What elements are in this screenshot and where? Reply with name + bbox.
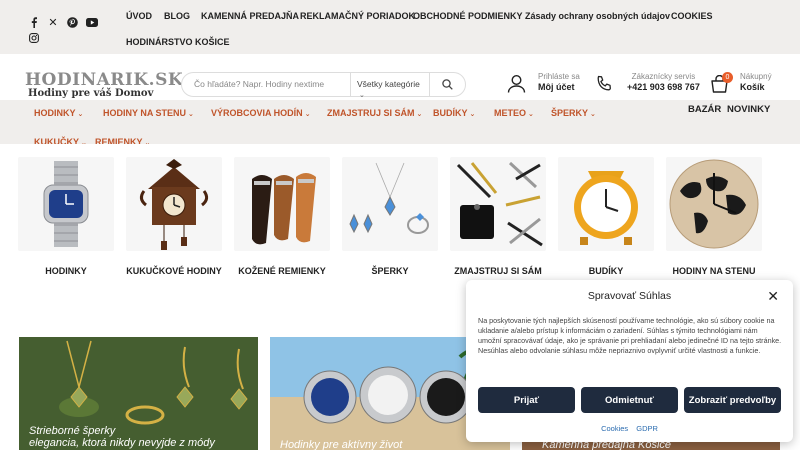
gdpr-link[interactable]: GDPR — [636, 424, 658, 433]
topnav-obchodne-podmienky[interactable]: OBCHODNÉ PODMIENKY — [413, 11, 523, 21]
nav-label: BUDÍKY — [433, 108, 468, 118]
close-icon[interactable]: ✕ — [767, 288, 779, 305]
banner-caption-line2: elegancia, ktorá nikdy nevyjde z módy — [29, 437, 215, 449]
nav-hodinky[interactable]: HODINKY ⌄ — [34, 108, 83, 118]
cookie-consent-dialog: Spravovať Súhlas ✕ Na poskytovanie tých … — [466, 280, 793, 442]
cart-label: Nákupný — [740, 72, 772, 81]
nav-vyrobcovia-hodin[interactable]: VÝROBCOVIA HODÍN ⌄ — [211, 108, 311, 118]
search-input[interactable]: Čo hľadáte? Napr. Hodiny nextime — [194, 79, 324, 89]
service-label: Zákaznícky servis — [631, 72, 696, 81]
nav-bazar[interactable]: BAZÁR — [688, 104, 721, 115]
banner-caption-line1: Hodinky pre aktívny život — [280, 439, 403, 450]
category-label[interactable]: ZMAJSTRUJ SI SÁM — [443, 265, 553, 278]
category-label[interactable]: BUDÍKY — [551, 265, 661, 278]
category-label[interactable]: HODINY NA STENU — [659, 265, 769, 278]
chevron-down-icon: ⌄ — [304, 111, 311, 118]
preferences-button[interactable]: Zobraziť predvoľby — [684, 387, 781, 413]
search-icon — [442, 79, 453, 90]
chevron-down-icon: ⌄ — [416, 111, 423, 118]
topnav-cookies[interactable]: COOKIES — [671, 11, 713, 21]
top-bar: ✕ ÚVOD BLOG KAMENNÁ PREDAJŇA REKLAMAČNÝ … — [0, 0, 800, 54]
cart-count-badge: 0 — [722, 72, 733, 83]
nav-sperky[interactable]: ŠPERKY ⌄ — [551, 108, 596, 118]
topnav-hodinarstvo-kosice[interactable]: HODINÁRSTVO KOŠICE — [126, 37, 230, 47]
nav-hodiny-na-stenu[interactable]: HODINY NA STENU ⌄ — [103, 108, 194, 118]
customer-service[interactable]: Zákaznícky servis +421 903 698 767 — [627, 72, 700, 92]
nav-label: HODINKY — [34, 108, 76, 118]
category-label[interactable]: KOŽENÉ REMIENKY — [227, 265, 337, 278]
chevron-down-icon: ⌄ — [590, 111, 596, 118]
pinterest-icon[interactable] — [66, 16, 78, 28]
category-image-zmajstruj-si-sam[interactable] — [450, 157, 546, 251]
chevron-down-icon: ⌄ — [528, 111, 534, 118]
logo-tagline: Hodiny pre váš Domov — [28, 88, 154, 99]
x-icon[interactable]: ✕ — [47, 16, 59, 29]
category-image-hodiny-na-stenu[interactable] — [666, 157, 762, 251]
category-label[interactable]: ŠPERKY — [335, 265, 445, 278]
user-icon[interactable] — [507, 74, 526, 98]
cookies-link[interactable]: Cookies — [601, 424, 628, 433]
cart-link[interactable]: Nákupný Košík — [740, 72, 772, 92]
nav-novinky[interactable]: NOVINKY — [727, 104, 770, 115]
accept-button[interactable]: Prijať — [478, 387, 575, 413]
category-image-kukuckove-hodiny[interactable] — [126, 157, 222, 251]
nav-label: ZMAJSTRUJ SI SÁM — [327, 108, 415, 118]
nav-budiky[interactable]: BUDÍKY ⌄ — [433, 108, 475, 118]
category-label[interactable]: KUKUČKOVÉ HODINY — [119, 265, 229, 278]
nav-label: VÝROBCOVIA HODÍN — [211, 108, 303, 118]
facebook-icon[interactable] — [28, 16, 40, 28]
chevron-down-icon: ⌄ — [188, 111, 194, 118]
deny-button[interactable]: Odmietnuť — [581, 387, 678, 413]
category-label[interactable]: HODINKY — [11, 265, 121, 278]
chevron-down-icon: ⌄ — [77, 111, 84, 118]
search-category-select[interactable]: Všetky kategórie ⌄ — [350, 73, 430, 99]
logo[interactable]: HODINARIK.SK — [25, 70, 183, 90]
topnav-uvod[interactable]: ÚVOD — [126, 11, 152, 21]
nav-divider — [0, 144, 800, 150]
nav-zmajstruj-si-sam[interactable]: ZMAJSTRUJ SI SÁM ⌄ — [327, 108, 422, 118]
service-phone: +421 903 698 767 — [627, 82, 700, 92]
search-category-label: Všetky kategórie — [357, 79, 420, 89]
nav-label: METEO — [494, 108, 527, 118]
category-image-budiky[interactable] — [558, 157, 654, 251]
main-navigation: HODINKY ⌄ HODINY NA STENU ⌄ VÝROBCOVIA HOD… — [0, 100, 800, 147]
chevron-down-icon: ⌄ — [469, 111, 476, 118]
cart-title: Košík — [740, 82, 765, 92]
topnav-kamenna-predajna[interactable]: KAMENNÁ PREDAJŇA — [201, 11, 299, 21]
youtube-icon[interactable] — [86, 16, 98, 28]
topnav-reklamacny-poriadok[interactable]: REKLAMAČNÝ PORIADOK — [300, 11, 415, 21]
account-label: Prihláste sa — [538, 72, 580, 81]
phone-icon — [595, 75, 613, 98]
topnav-blog[interactable]: BLOG — [164, 11, 190, 21]
banner-caption-line1: Strieborné šperky — [29, 425, 116, 437]
cookie-title: Spravovať Súhlas — [587, 290, 672, 302]
nav-meteo[interactable]: METEO ⌄ — [494, 108, 534, 118]
category-image-kozene-remienky[interactable] — [234, 157, 330, 251]
nav-label: ŠPERKY — [551, 108, 589, 118]
search-button[interactable] — [429, 73, 465, 96]
account-title: Môj účet — [538, 82, 575, 92]
search-bar: Čo hľadáte? Napr. Hodiny nextime Všetky … — [181, 72, 466, 99]
cookie-links: Cookies GDPR — [466, 424, 793, 433]
instagram-icon[interactable] — [28, 32, 40, 44]
banner-sperky[interactable]: Strieborné šperky elegancia, ktorá nikdy… — [19, 337, 258, 450]
topnav-zasady-ochrany[interactable]: Zásady ochrany osobných údajov — [525, 11, 670, 21]
account-link[interactable]: Prihláste sa Môj účet — [538, 72, 580, 92]
cookie-text: Na poskytovanie tých najlepších skúsenos… — [478, 316, 782, 355]
chevron-down-icon: ⌄ — [359, 92, 365, 99]
nav-label: HODINY NA STENU — [103, 108, 187, 118]
category-image-hodinky[interactable] — [18, 157, 114, 251]
category-image-sperky[interactable] — [342, 157, 438, 251]
